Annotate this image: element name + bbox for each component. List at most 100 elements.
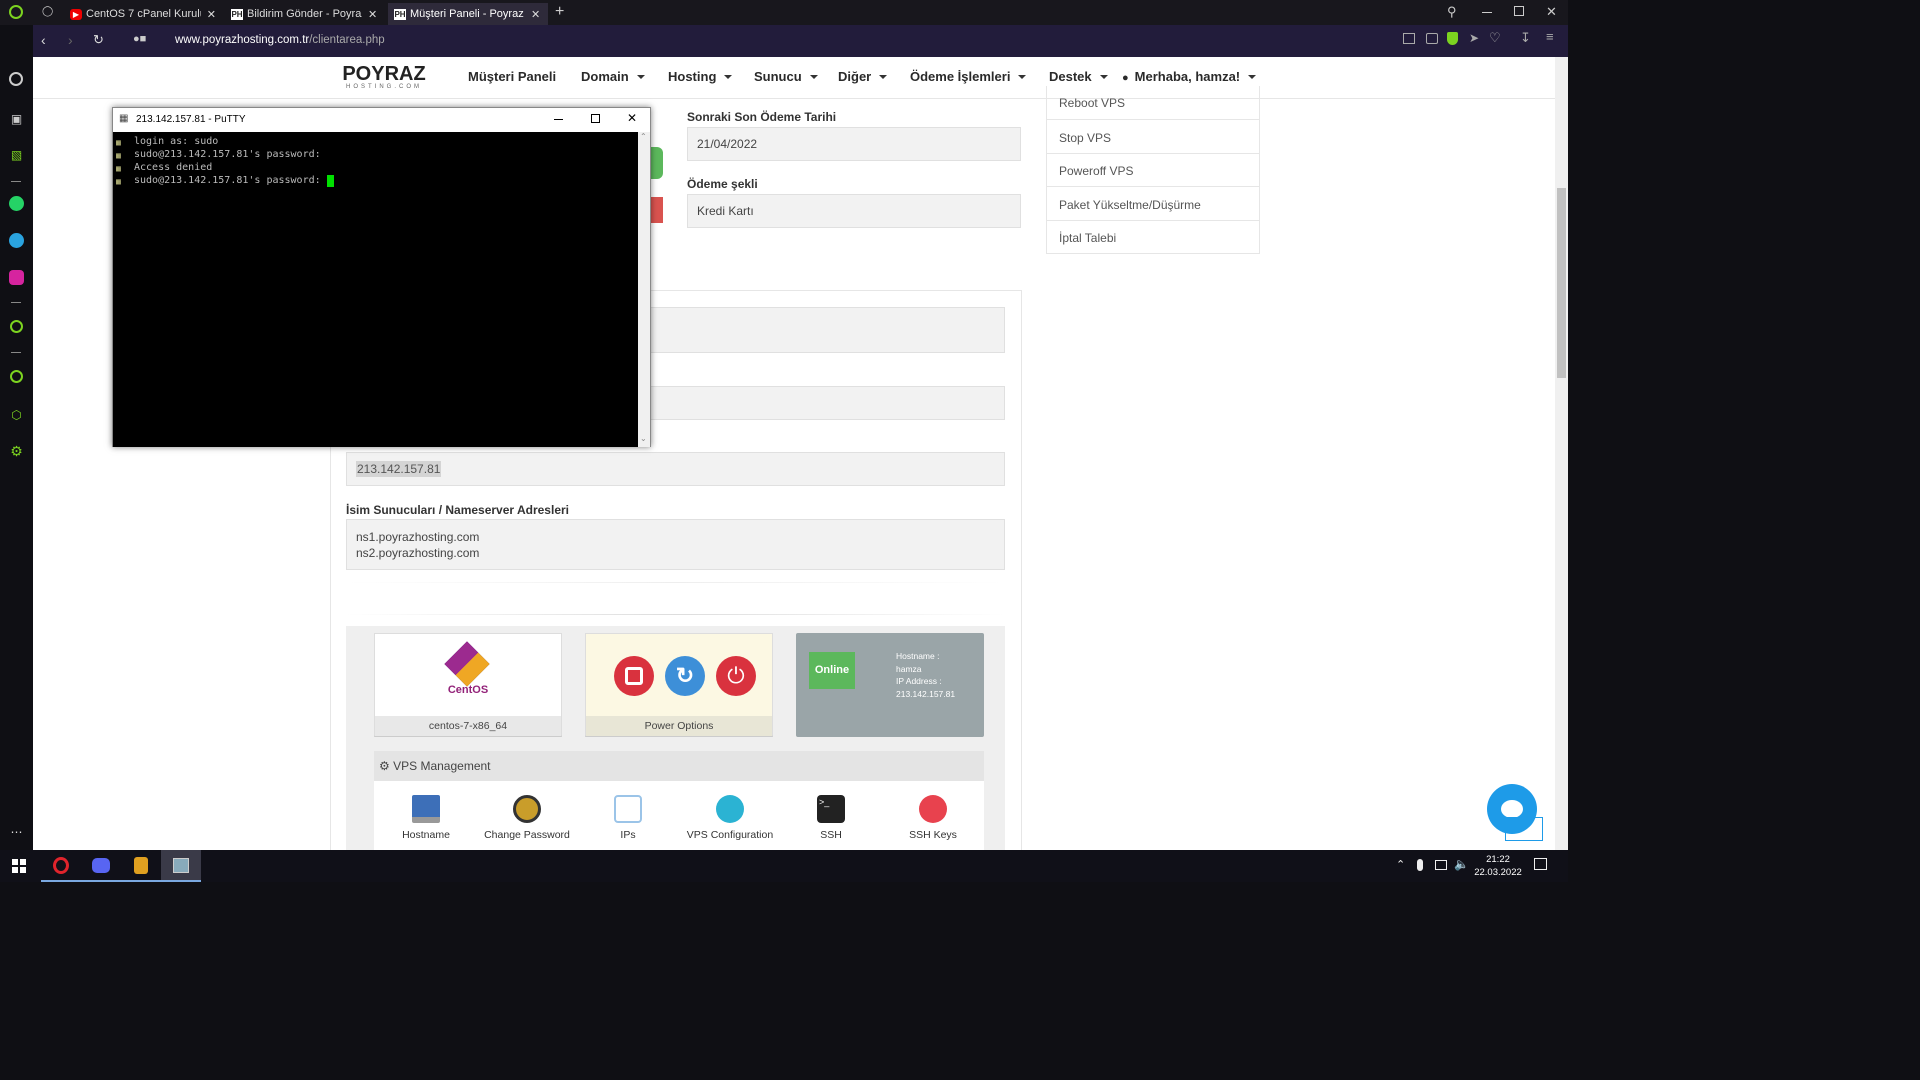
gear-icon: ⚙ — [379, 759, 390, 773]
next-due-label: Sonraki Son Ödeme Tarihi — [687, 110, 837, 124]
settings-icon[interactable]: ⚙ — [8, 443, 25, 460]
stop-icon — [625, 667, 643, 685]
putty-titlebar[interactable]: ▦ 213.142.157.81 - PuTTY ✕ — [113, 108, 650, 132]
gamepad-icon[interactable]: ◯ — [42, 6, 53, 17]
power-options-label: Power Options — [586, 716, 772, 736]
close-tab-icon[interactable]: ✕ — [368, 8, 377, 21]
tray-chevron-icon[interactable]: ⌃ — [1396, 858, 1405, 871]
stop-button[interactable] — [614, 656, 654, 696]
notifications-icon[interactable] — [1534, 858, 1547, 870]
instagram-icon[interactable] — [9, 270, 24, 285]
nav-sunucu[interactable]: Sunucu — [754, 69, 818, 84]
tab-bildirim[interactable]: PH Bildirim Gönder - Poyraz H ✕ — [225, 3, 385, 25]
terminal-scrollbar[interactable]: ⌃ ⌄ — [638, 132, 650, 447]
telegram-icon[interactable] — [9, 233, 24, 248]
page-scrollbar[interactable] — [1555, 57, 1568, 850]
mgmt-hostname[interactable]: Hostname — [381, 795, 471, 841]
close-tab-icon[interactable]: ✕ — [207, 8, 216, 21]
taskbar-putty-icon[interactable] — [161, 850, 201, 882]
minimize-icon[interactable] — [1482, 12, 1492, 13]
nav-domain[interactable]: Domain — [581, 69, 645, 84]
tab-musteri-paneli[interactable]: PH Müşteri Paneli - Poyraz Ho ✕ — [388, 3, 548, 25]
scrollbar-thumb[interactable] — [1557, 188, 1566, 378]
os-name: centos-7-x86_64 — [375, 716, 561, 736]
clock[interactable]: 21:22 22.03.2022 — [1474, 853, 1522, 879]
url-field[interactable]: www.poyrazhosting.com.tr/clientarea.php — [175, 34, 385, 46]
mgmt-ssh[interactable]: >_ SSH — [786, 795, 876, 841]
player-icon[interactable] — [10, 320, 23, 333]
sidebar-item-poweroff-vps[interactable]: Poweroff VPS — [1046, 153, 1260, 187]
mgmt-vps-configuration[interactable]: VPS Configuration — [685, 795, 775, 841]
tab-title: Müşteri Paneli - Poyraz Ho — [410, 8, 525, 20]
tab-youtube[interactable]: ▶ CentOS 7 cPanel Kurulumu ✕ — [64, 3, 222, 25]
nav-musteri-paneli[interactable]: Müşteri Paneli — [468, 69, 556, 84]
mgmt-change-password[interactable]: Change Password — [482, 795, 572, 841]
close-tab-icon[interactable]: ✕ — [531, 8, 540, 21]
putty-close-icon[interactable]: ✕ — [627, 111, 637, 125]
back-icon[interactable]: ‹ — [41, 32, 46, 48]
new-tab-icon[interactable]: + — [555, 3, 564, 21]
more-icon[interactable]: ⋯ — [8, 823, 25, 840]
taskbar-app-icon[interactable] — [121, 850, 161, 882]
restore-icon[interactable] — [1514, 6, 1524, 16]
scroll-up-icon[interactable]: ⌃ — [640, 132, 647, 141]
poweroff-button[interactable]: ⏻ — [716, 656, 756, 696]
sidebar-item-upgrade[interactable]: Paket Yükseltme/Düşürme — [1046, 187, 1260, 221]
mgmt-ssh-keys[interactable]: SSH Keys — [888, 795, 978, 841]
taskbar-discord-icon[interactable] — [81, 850, 121, 882]
extensions-icon[interactable]: ⬡ — [8, 406, 25, 423]
sidebar-item-stop-vps[interactable]: Stop VPS — [1046, 120, 1260, 154]
nav-diger[interactable]: Diğer — [838, 69, 888, 84]
chat-frame-corner — [1505, 817, 1543, 841]
whatsapp-icon[interactable] — [9, 196, 24, 211]
putty-minimize-icon[interactable] — [554, 119, 563, 120]
reboot-button[interactable]: ↻ — [665, 656, 705, 696]
putty-maximize-icon[interactable] — [591, 114, 600, 123]
shield-icon[interactable] — [1447, 32, 1458, 45]
network-tray-icon[interactable] — [1435, 860, 1447, 870]
tab-title: CentOS 7 cPanel Kurulumu — [86, 8, 201, 20]
sidebar-item-reboot-vps[interactable]: Reboot VPS — [1046, 86, 1260, 120]
windows-start-icon[interactable] — [12, 859, 26, 873]
sidebar-item-cancel[interactable]: İptal Talebi — [1046, 220, 1260, 254]
terminal-screen[interactable]: ▦ login as: sudo ▦ sudo@213.142.157.81's p… — [113, 132, 638, 447]
forward-icon[interactable]: › — [68, 32, 73, 48]
lock-icon[interactable]: ●■ — [133, 33, 146, 45]
ip-label: IP Address : — [896, 676, 942, 686]
nav-hosting[interactable]: Hosting — [668, 69, 733, 84]
site-logo[interactable]: POYRAZ HOSTING.COM — [338, 64, 430, 91]
opera-logo-icon[interactable] — [9, 5, 23, 19]
taskbar-opera-icon[interactable] — [41, 850, 81, 882]
payment-field: Kredi Kartı — [687, 194, 1021, 228]
putty-window[interactable]: ▦ 213.142.157.81 - PuTTY ✕ ▦ login as: su… — [112, 107, 651, 447]
windows-taskbar: ⌃ 🔈 21:22 22.03.2022 — [0, 850, 1568, 882]
url-path: /clientarea.php — [309, 34, 385, 46]
nav-user-menu[interactable]: ● Merhaba, hamza! — [1122, 69, 1257, 84]
reload-icon[interactable]: ↻ — [93, 32, 104, 48]
divider — [346, 582, 1005, 583]
camera-icon[interactable] — [1426, 33, 1438, 44]
status-badge: Online — [809, 652, 855, 689]
speed-dial-icon[interactable] — [9, 72, 23, 86]
nav-destek[interactable]: Destek — [1049, 69, 1108, 84]
heart-icon[interactable]: ♡ — [1489, 30, 1501, 46]
snapshot-icon[interactable] — [1403, 33, 1415, 44]
youtube-icon: ▶ — [70, 8, 82, 20]
mgmt-ips[interactable]: IPs — [583, 795, 673, 841]
volume-icon[interactable]: 🔈 — [1454, 857, 1469, 871]
send-icon[interactable]: ➤ — [1469, 31, 1479, 45]
history-icon[interactable] — [10, 370, 23, 383]
scroll-down-icon[interactable]: ⌄ — [640, 434, 647, 443]
nav-odeme-islemleri[interactable]: Ödeme İşlemleri — [910, 69, 1027, 84]
logo-text: POYRAZ — [342, 63, 426, 85]
search-icon[interactable]: ⚲ — [1447, 4, 1457, 20]
twitch-icon[interactable]: ▧ — [8, 146, 25, 163]
download-icon[interactable]: ↧ — [1520, 30, 1531, 46]
os-card: CentOS centos-7-x86_64 — [374, 633, 562, 737]
shopping-icon[interactable]: ▣ — [8, 110, 25, 127]
close-window-icon[interactable]: ✕ — [1546, 4, 1557, 20]
microphone-icon[interactable] — [1417, 859, 1423, 871]
menu-icon[interactable]: ≡ — [1546, 29, 1554, 44]
power-card: ↻ ⏻ Power Options — [585, 633, 773, 737]
sidebar-divider — [11, 302, 21, 303]
